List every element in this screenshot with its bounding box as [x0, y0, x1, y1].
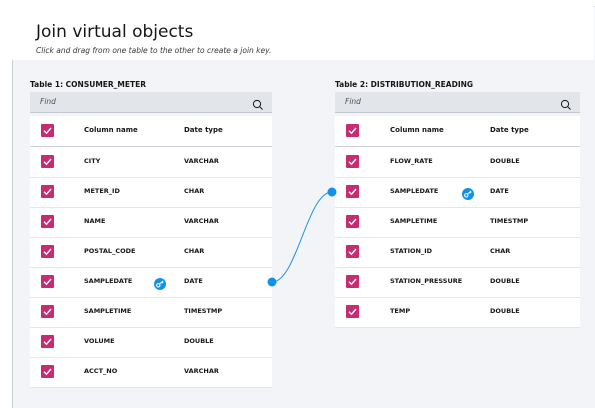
join-handle-start[interactable] — [267, 277, 277, 287]
join-connector — [267, 187, 337, 287]
join-handle-end[interactable] — [327, 187, 337, 197]
